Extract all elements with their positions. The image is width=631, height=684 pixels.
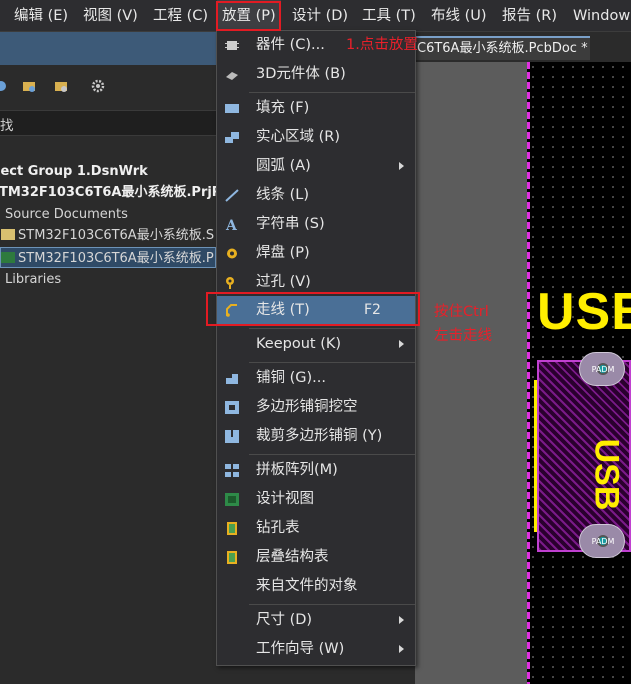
pcb-file-icon (1, 252, 15, 263)
menu-item-object-from-file[interactable]: 来自文件的对象 (217, 572, 415, 601)
gear-icon[interactable] (91, 79, 105, 93)
pad[interactable]: PADM (579, 524, 625, 558)
track-icon (226, 304, 237, 317)
menu-reports[interactable]: 报告 (R) (502, 0, 557, 32)
polygon-cutout-icon (225, 401, 239, 414)
string-icon: A (225, 218, 238, 231)
menu-item-arc[interactable]: 圆弧 (A) (217, 152, 415, 181)
editor-background (415, 62, 528, 684)
menu-project[interactable]: 工程 (C) (153, 0, 208, 32)
menu-item-via[interactable]: 过孔 (V) (217, 268, 415, 297)
menu-item-string[interactable]: A 字符串 (S) (217, 210, 415, 239)
submenu-arrow-icon (399, 162, 404, 170)
tree-item-libraries[interactable]: Libraries (0, 269, 61, 290)
tree-item-schematic[interactable]: STM32F103C6T6A最小系统板.S (1, 225, 214, 246)
step2-annotation-line1: 按住Ctrl (434, 304, 489, 320)
polygon-pour-icon (226, 374, 238, 384)
tree-item-workspace[interactable]: ject Group 1.DsnWrk (0, 161, 148, 182)
submenu-arrow-icon (399, 645, 404, 653)
menu-bar: 编辑 (E) 视图 (V) 工程 (C) 放置 (P) 设计 (D) 工具 (T… (0, 0, 631, 32)
component-icon (225, 41, 239, 50)
menu-tools[interactable]: 工具 (T) (362, 0, 416, 32)
panel-header (0, 32, 222, 65)
menu-item-polygon-cutout[interactable]: 多边形铺铜挖空 (217, 393, 415, 422)
panel-search-field[interactable]: 找 (0, 110, 222, 136)
menu-item-panel-array[interactable]: 拼板阵列(M) (217, 456, 415, 485)
document-tab[interactable]: C6T6A最小系统板.PcbDoc * (415, 36, 590, 60)
step1-annotation: 1.点击放置 (346, 37, 418, 53)
drill-table-icon (227, 522, 237, 535)
menu-edit[interactable]: 编辑 (E) (14, 0, 68, 32)
menu-item-polygon-pour[interactable]: 铺铜 (G)... (217, 364, 415, 393)
menu-item-solid-region[interactable]: 实心区域 (R) (217, 123, 415, 152)
menu-item-slice-polygon[interactable]: 裁剪多边形铺铜 (Y) (217, 422, 415, 451)
pad-icon (227, 248, 237, 259)
folder-settings-icon[interactable] (54, 79, 68, 93)
open-folder-icon[interactable] (22, 79, 36, 93)
menu-item-track[interactable]: 走线 (T) F2 (217, 296, 415, 325)
solid-region-icon (225, 132, 239, 143)
fill-icon (225, 104, 239, 113)
pad-label: PADM (591, 537, 615, 546)
pad-label: PADM (591, 365, 615, 374)
pad[interactable]: PADM (579, 352, 625, 386)
menu-item-fill[interactable]: 填充 (F) (217, 94, 415, 123)
board-outline (527, 62, 530, 684)
tree-item-source-documents[interactable]: Source Documents (0, 204, 128, 225)
projects-panel: 找 ject Group 1.DsnWrk TM32F103C6T6A最小系统板… (0, 32, 222, 684)
design-view-icon (225, 493, 239, 506)
slice-polygon-icon (225, 430, 239, 443)
via-icon (226, 277, 234, 289)
submenu-arrow-icon (399, 616, 404, 624)
tree-item-project[interactable]: TM32F103C6T6A最小系统板.PrjP (0, 182, 221, 203)
menu-item-line[interactable]: 线条 (L) (217, 181, 415, 210)
schematic-file-icon (1, 229, 15, 240)
tree-item-pcb[interactable]: STM32F103C6T6A最小系统板.P (0, 247, 216, 268)
step2-annotation-line2: 左击走线 (434, 328, 492, 344)
svg-text:A: A (225, 218, 238, 231)
menu-item-pad[interactable]: 焊盘 (P) (217, 239, 415, 268)
submenu-arrow-icon (399, 340, 404, 348)
menu-item-keepout[interactable]: Keepout (K) (217, 330, 415, 359)
menu-place[interactable]: 放置 (P) (217, 0, 281, 32)
place-dropdown-menu: 器件 (C)... 3D元件体 (B) 填充 (F) 实心区域 (R) 圆弧 (… (216, 30, 416, 666)
menu-view[interactable]: 视图 (V) (83, 0, 138, 32)
panel-toolbar (0, 70, 222, 104)
panel-array-icon (225, 464, 239, 477)
save-icon[interactable] (0, 79, 8, 93)
menu-item-design-view[interactable]: 设计视图 (217, 485, 415, 514)
menu-window[interactable]: Window (573, 0, 630, 32)
menu-item-work-guide[interactable]: 工作向导 (W) (217, 635, 415, 664)
silkscreen-usb-text: USB (537, 283, 631, 341)
layer-stack-icon (227, 551, 237, 564)
3d-body-icon (226, 72, 238, 80)
menu-item-drill-table[interactable]: 钻孔表 (217, 514, 415, 543)
silkscreen-usb-vertical: USB (587, 438, 626, 511)
menu-design[interactable]: 设计 (D) (292, 0, 348, 32)
menu-route[interactable]: 布线 (U) (431, 0, 487, 32)
menu-item-layer-stack-table[interactable]: 层叠结构表 (217, 543, 415, 572)
menu-item-dimension[interactable]: 尺寸 (D) (217, 606, 415, 635)
menu-item-3d-body[interactable]: 3D元件体 (B) (217, 60, 415, 89)
line-icon (225, 189, 239, 202)
